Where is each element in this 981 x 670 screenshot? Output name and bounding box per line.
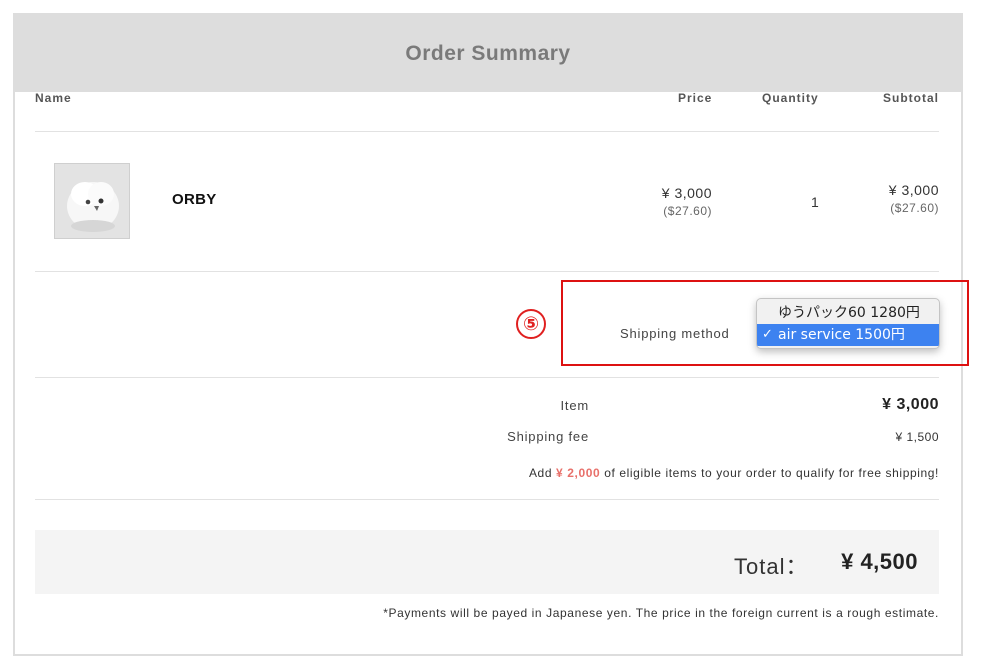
item-total-value: ¥ 3,000: [882, 396, 939, 413]
divider: [35, 131, 939, 132]
column-header-name: Name: [35, 91, 72, 105]
payment-note: *Payments will be payed in Japanese yen.…: [383, 606, 939, 620]
divider: [35, 499, 939, 500]
column-header-subtotal: Subtotal: [883, 91, 939, 105]
product-thumbnail[interactable]: [54, 163, 130, 239]
free-shipping-suffix: of eligible items to your order to quali…: [600, 466, 939, 480]
panel-header: Order Summary: [15, 15, 961, 92]
column-header-price: Price: [678, 91, 713, 105]
divider: [35, 271, 939, 272]
shipping-option-label: ゆうパック60 1280円: [778, 305, 920, 321]
shipping-option-yupack[interactable]: ゆうパック60 1280円: [757, 302, 939, 324]
shipping-method-dropdown[interactable]: ゆうパック60 1280円 ✓ air service 1500円: [756, 298, 940, 349]
shipping-fee-label: Shipping fee: [507, 429, 589, 444]
shipping-fee-value: ¥ 1,500: [895, 430, 939, 444]
free-shipping-prefix: Add: [528, 466, 557, 480]
page-title: Order Summary: [405, 41, 571, 65]
item-subtotal-usd: ($27.60): [890, 201, 939, 215]
owl-plush-image: [55, 164, 129, 238]
item-price-usd: ($27.60): [663, 204, 712, 218]
shipping-method-label: Shipping method: [620, 326, 730, 341]
free-shipping-amount: ¥ 2,000: [556, 466, 601, 480]
product-name[interactable]: ORBY: [172, 191, 217, 208]
total-value: ¥ 4,500: [841, 549, 918, 574]
item-subtotal: ¥ 3,000: [888, 182, 939, 198]
item-label: Item: [560, 398, 589, 413]
step-five-marker: ⑤: [516, 309, 546, 339]
column-header-quantity: Quantity: [762, 91, 819, 105]
divider: [35, 377, 939, 378]
checkmark-icon: ✓: [762, 327, 773, 342]
item-quantity: 1: [811, 194, 819, 210]
free-shipping-message: Add ¥ 2,000 of eligible items to your or…: [313, 466, 939, 480]
shipping-option-air-service[interactable]: ✓ air service 1500円: [757, 324, 939, 346]
item-price: ¥ 3,000: [661, 185, 712, 201]
shipping-option-label: air service 1500円: [778, 327, 905, 343]
